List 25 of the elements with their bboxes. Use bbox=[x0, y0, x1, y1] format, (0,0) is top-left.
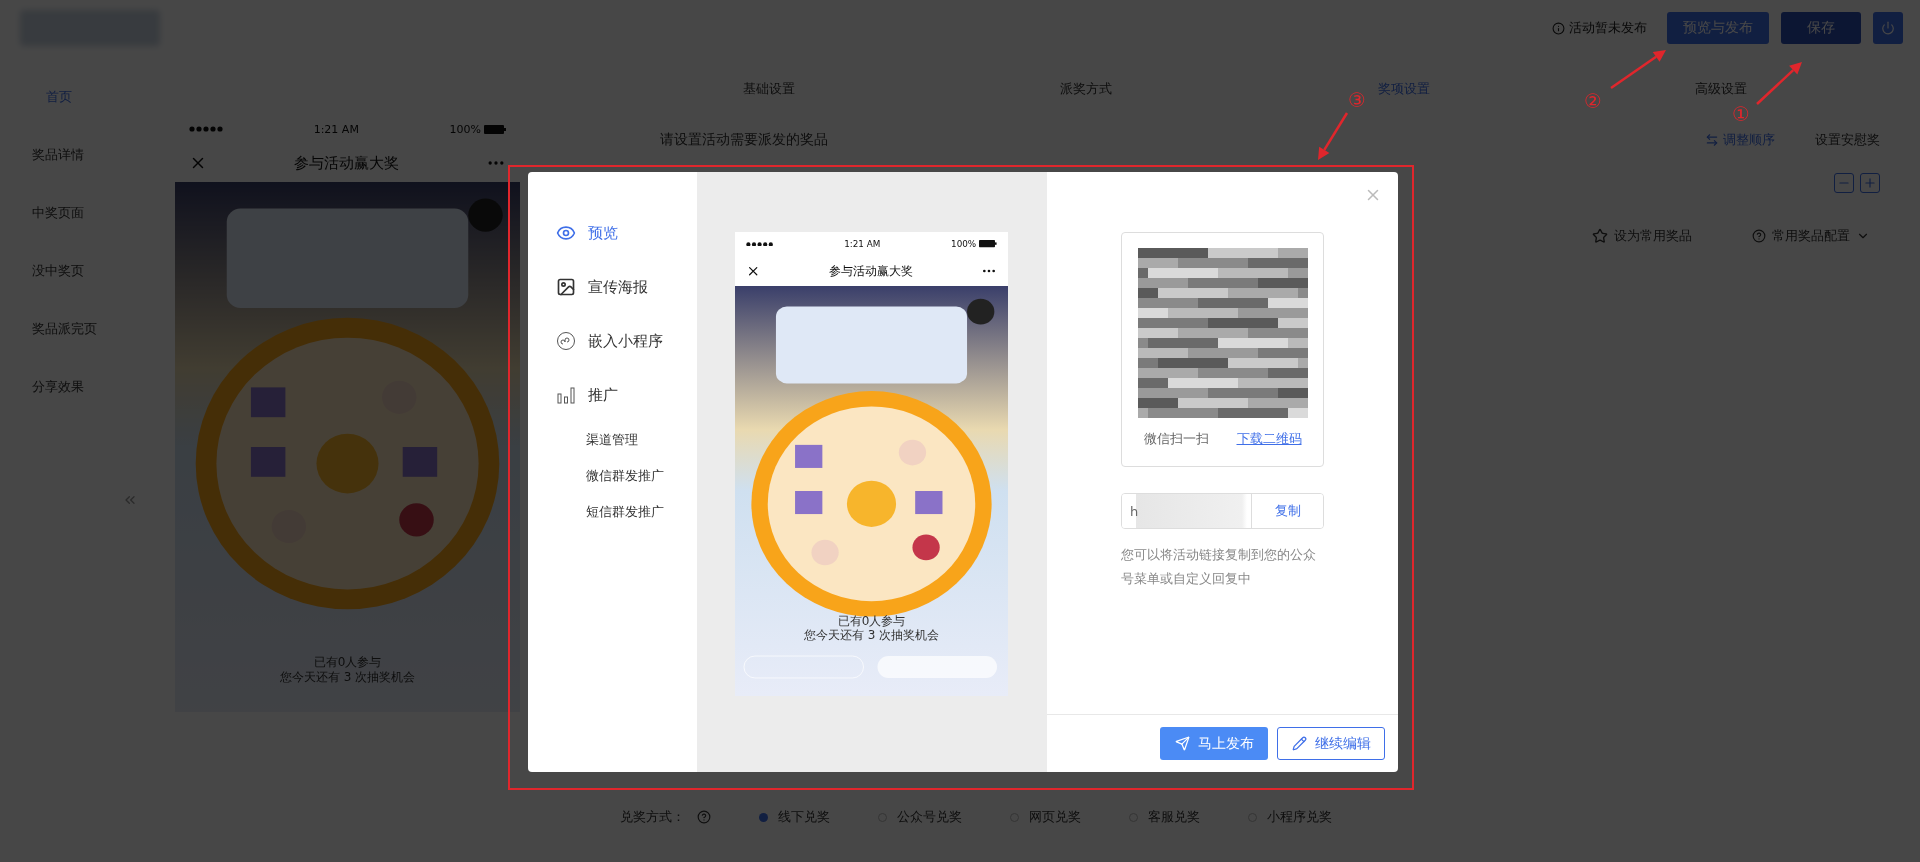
dialog-menu-item[interactable]: 推广 bbox=[556, 368, 697, 422]
annotation-number: ② bbox=[1584, 91, 1602, 111]
phone-page-title: 参与活动赢大奖 bbox=[828, 262, 913, 280]
publish-status: 活动暂未发布 bbox=[1569, 19, 1647, 37]
continue-editing-button[interactable]: 继续编辑 bbox=[1277, 727, 1385, 760]
download-qr-link[interactable]: 下载二维码 bbox=[1236, 430, 1302, 448]
annotation-number: ③ bbox=[1348, 90, 1366, 110]
dialog-menu-item[interactable]: 预览 bbox=[556, 206, 697, 260]
annotation-number: ① bbox=[1732, 104, 1750, 124]
status-time: 1:21 AM bbox=[844, 239, 881, 249]
publish-now-button[interactable]: 马上发布 bbox=[1160, 727, 1268, 760]
dialog-menu-item[interactable]: 宣传海报 bbox=[556, 260, 697, 314]
dialog-submenu-item[interactable]: 微信群发推广 bbox=[556, 458, 697, 494]
battery-percentage: 100% bbox=[951, 239, 977, 249]
scan-hint: 微信扫一扫 bbox=[1143, 430, 1209, 448]
dialog-submenu-item[interactable]: 渠道管理 bbox=[556, 422, 697, 458]
dialog-menu-item[interactable]: 嵌入小程序 bbox=[556, 314, 697, 368]
link-hint: 您可以将活动链接复制到您的公众号菜单或自定义回复中 bbox=[1121, 546, 1317, 588]
battery-percentage: 100% bbox=[449, 122, 481, 136]
phone-page-title: 参与活动赢大奖 bbox=[294, 153, 399, 173]
status-time: 1:21 AM bbox=[313, 122, 359, 136]
remaining-chances: 您今天还有 3 次抽奖机会 bbox=[803, 628, 940, 643]
participants-count: 已有0人参与 bbox=[837, 613, 906, 628]
activity-link-input[interactable]: h bbox=[1122, 494, 1252, 528]
dialog-submenu-item[interactable]: 短信群发推广 bbox=[556, 494, 697, 530]
